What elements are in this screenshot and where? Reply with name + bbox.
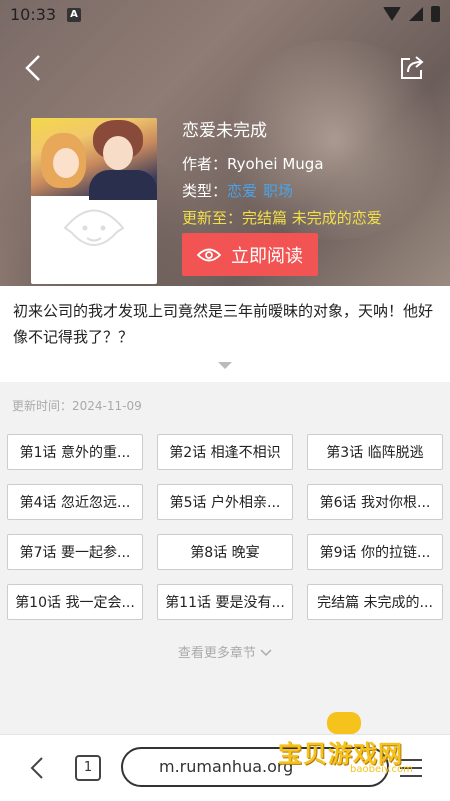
- author-label: 作者：: [182, 155, 228, 173]
- comic-description: 初来公司的我才发现上司竟然是三年前暧昧的对象，天呐！他好像不记得我了？？: [13, 302, 434, 346]
- comic-title: 恋爱未完成: [182, 121, 267, 141]
- share-icon[interactable]: [398, 54, 426, 86]
- notification-icon: A: [67, 8, 81, 22]
- chapter-item[interactable]: 第9话 你的拉链...: [307, 534, 443, 570]
- genre-row: 类型：恋爱 职场: [182, 180, 382, 201]
- author-row: 作者：Ryohei Muga: [182, 153, 382, 174]
- update-time: 更新时间：2024-11-09: [12, 399, 142, 413]
- cover-art: [31, 118, 157, 200]
- chapter-item[interactable]: 第1话 意外的重...: [7, 434, 143, 470]
- comic-info: 恋爱未完成 作者：Ryohei Muga 类型：恋爱 职场 更新至：完结篇 未完成…: [182, 116, 382, 234]
- signal-icon: [409, 7, 423, 21]
- read-now-button[interactable]: 立即阅读: [182, 233, 318, 276]
- update-row: 更新至：完结篇 未完成的恋爱: [182, 207, 382, 228]
- comic-cover[interactable]: [31, 118, 157, 284]
- read-now-label: 立即阅读: [231, 245, 303, 267]
- chevron-down-icon: [260, 649, 272, 657]
- wifi-icon: [383, 7, 401, 21]
- chapter-item[interactable]: 第3话 临阵脱逃: [307, 434, 443, 470]
- gamepad-icon: [327, 712, 361, 734]
- back-icon[interactable]: [24, 54, 42, 86]
- watermark-logo: 宝贝游戏网 baobeiy.com: [272, 712, 442, 778]
- chapter-item[interactable]: 完结篇 未完成的...: [307, 584, 443, 620]
- watermark-sub: baobeiy.com: [350, 764, 413, 775]
- author-name[interactable]: Ryohei Muga: [227, 155, 324, 173]
- status-bar: 10:33 A: [0, 0, 450, 30]
- placeholder-ghost-icon: [63, 209, 125, 246]
- chapter-item[interactable]: 第8话 晚宴: [157, 534, 293, 570]
- top-bar: [0, 48, 450, 88]
- more-chapters-label: 查看更多章节: [177, 646, 256, 661]
- update-label: 更新至：: [182, 209, 243, 227]
- chapter-item[interactable]: 第5话 户外相亲...: [157, 484, 293, 520]
- chapter-section: 更新时间：2024-11-09 第1话 意外的重... 第2话 相逢不相识 第3…: [0, 382, 450, 734]
- chapter-item[interactable]: 第2话 相逢不相识: [157, 434, 293, 470]
- tabs-button[interactable]: 1: [75, 755, 101, 781]
- status-time: 10:33: [10, 5, 57, 24]
- chapter-item[interactable]: 第11话 要是没有...: [157, 584, 293, 620]
- chapter-item[interactable]: 第4话 忽近忽远...: [7, 484, 143, 520]
- chapter-item[interactable]: 第10话 我一定会...: [7, 584, 143, 620]
- genre-tag[interactable]: 职场: [263, 182, 293, 200]
- browser-back-icon[interactable]: [30, 757, 44, 783]
- latest-chapter[interactable]: 完结篇 未完成的恋爱: [242, 209, 382, 227]
- chapter-item[interactable]: 第6话 我对你根...: [307, 484, 443, 520]
- chapter-item[interactable]: 第7话 要一起参...: [7, 534, 143, 570]
- genre-tag[interactable]: 恋爱: [227, 182, 257, 200]
- genre-label: 类型：: [182, 182, 228, 200]
- expand-chevron-icon[interactable]: [218, 362, 232, 369]
- more-chapters-link[interactable]: 查看更多章节: [0, 642, 450, 661]
- battery-icon: [431, 6, 440, 22]
- eye-icon: [197, 248, 221, 261]
